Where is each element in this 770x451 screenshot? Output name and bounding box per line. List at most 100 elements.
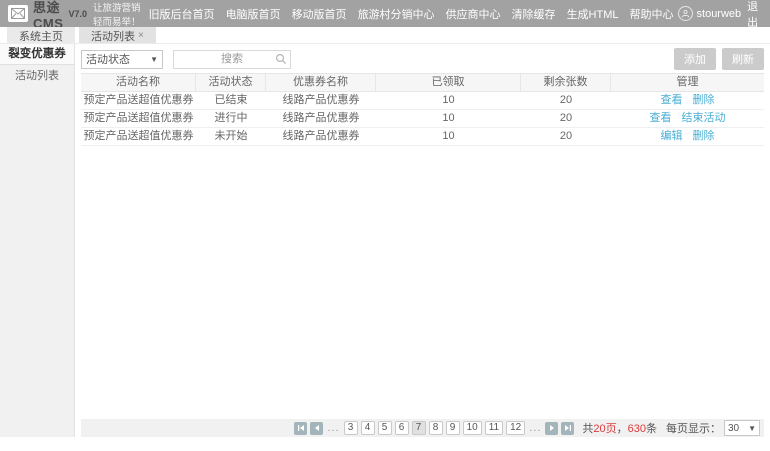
column-header: 活动名称 xyxy=(81,74,196,91)
per-page-label: 每页显示： xyxy=(666,420,721,436)
pagination-bar: ... 3456789101112 ... 共20页，630条 每页显示： 30… xyxy=(81,419,764,437)
nav-link[interactable]: 旅游村分销中心 xyxy=(358,6,435,22)
last-page-button[interactable] xyxy=(561,422,574,435)
summary-separator: ， xyxy=(617,423,628,435)
username[interactable]: stourweb xyxy=(697,8,742,20)
header-nav: 旧版后台首页电脑版首页移动版首页旅游村分销中心供应商中心清除缓存生成HTML 帮助… xyxy=(149,6,674,22)
user-chunk: stourweb xyxy=(678,6,742,21)
first-page-button[interactable] xyxy=(294,422,307,435)
toolbar: 活动状态 ▼ 添加 刷新 xyxy=(75,44,770,73)
status-filter-select[interactable]: 活动状态 ▼ xyxy=(81,50,163,69)
content-spacer xyxy=(75,146,770,419)
logout-link[interactable]: 退出 xyxy=(747,0,760,30)
action-link[interactable]: 删除 xyxy=(693,130,715,142)
activity-table: 活动名称 活动状态 优惠券名称 已领取 剩余张数 管理 预定产品送超值优惠券已结… xyxy=(81,73,764,146)
tab-label: 系统主页 xyxy=(19,28,63,44)
table-cell-actions: 查看结束活动 xyxy=(611,110,764,127)
search-box xyxy=(173,49,291,69)
brand-version: V7.0 xyxy=(69,9,88,19)
page-button[interactable]: 9 xyxy=(446,421,460,435)
action-link[interactable]: 查看 xyxy=(650,112,672,124)
table-cell-remaining: 20 xyxy=(521,110,611,127)
table-cell-claimed: 10 xyxy=(376,92,521,109)
page-button[interactable]: 12 xyxy=(506,421,525,435)
pagination-summary: 共20页，630条 xyxy=(582,420,657,436)
total-items: 630 xyxy=(628,423,646,435)
table-cell-remaining: 20 xyxy=(521,128,611,145)
action-link[interactable]: 结束活动 xyxy=(682,112,726,124)
table-cell-status: 进行中 xyxy=(196,110,266,127)
sidebar-title: 裂变优惠券 xyxy=(0,44,74,65)
table-row: 预定产品送超值优惠券进行中线路产品优惠券1020查看结束活动 xyxy=(81,110,764,128)
table-cell-status: 未开始 xyxy=(196,128,266,145)
next-page-button[interactable] xyxy=(545,422,558,435)
column-header: 管理 xyxy=(611,74,764,91)
nav-link[interactable]: 供应商中心 xyxy=(446,6,501,22)
nav-link[interactable]: 移动版首页 xyxy=(292,6,347,22)
column-header: 活动状态 xyxy=(196,74,266,91)
table-cell-coupon: 线路产品优惠券 xyxy=(266,128,376,145)
table-cell-claimed: 10 xyxy=(376,110,521,127)
page-button[interactable]: 3 xyxy=(344,421,358,435)
brand-title: 思途CMS xyxy=(33,0,67,31)
close-icon[interactable]: × xyxy=(138,30,144,41)
page-button[interactable]: 4 xyxy=(361,421,375,435)
nav-link[interactable]: 帮助中心 xyxy=(630,6,674,22)
page-button[interactable]: 11 xyxy=(485,421,503,435)
page-list: 3456789101112 xyxy=(344,421,526,435)
table-cell-actions: 编辑删除 xyxy=(611,128,764,145)
nav-link[interactable]: 旧版后台首页 xyxy=(149,6,215,22)
table-cell-coupon: 线路产品优惠券 xyxy=(266,92,376,109)
user-avatar-icon xyxy=(678,6,693,21)
summary-suffix: 条 xyxy=(646,423,657,435)
nav-link[interactable]: 生成HTML xyxy=(567,6,619,22)
tab-bar: 系统主页 活动列表 × xyxy=(0,27,770,44)
status-filter-value: 活动状态 xyxy=(86,51,130,67)
page-button[interactable]: 8 xyxy=(429,421,443,435)
table-cell-name: 预定产品送超值优惠券 xyxy=(81,92,196,109)
logo-icon xyxy=(8,5,28,22)
table-cell-status: 已结束 xyxy=(196,92,266,109)
chevron-down-icon: ▼ xyxy=(150,55,158,64)
content-panel: 活动状态 ▼ 添加 刷新 活动名称 活动状态 优惠券名称 xyxy=(75,44,770,451)
main-area: 裂变优惠券 活动列表 活动状态 ▼ 添加 刷新 xyxy=(0,44,770,451)
table-cell-actions: 查看删除 xyxy=(611,92,764,109)
summary-prefix: 共 xyxy=(582,423,593,435)
tab-label: 活动列表 xyxy=(91,28,135,44)
page-button[interactable]: 6 xyxy=(395,421,409,435)
per-page-select[interactable]: 30 ▼ xyxy=(724,420,760,436)
action-link[interactable]: 查看 xyxy=(661,94,683,106)
nav-link[interactable]: 清除缓存 xyxy=(512,6,556,22)
column-header: 已领取 xyxy=(376,74,521,91)
column-header: 优惠券名称 xyxy=(266,74,376,91)
total-pages: 20页 xyxy=(593,423,616,435)
ellipsis-right: ... xyxy=(529,422,541,434)
page-button[interactable]: 5 xyxy=(378,421,392,435)
add-button[interactable]: 添加 xyxy=(674,48,716,70)
table-cell-remaining: 20 xyxy=(521,92,611,109)
table-cell-claimed: 10 xyxy=(376,128,521,145)
nav-link[interactable]: 电脑版首页 xyxy=(226,6,281,22)
table-row: 预定产品送超值优惠券未开始线路产品优惠券1020编辑删除 xyxy=(81,128,764,146)
app-window: 思途CMS V7.0 让旅游营销轻而易举！ 旧版后台首页电脑版首页移动版首页旅游… xyxy=(0,0,770,451)
search-icon[interactable] xyxy=(275,52,287,70)
tab-system-home[interactable]: 系统主页 xyxy=(7,27,75,43)
sidebar-item-activity-list[interactable]: 活动列表 xyxy=(0,65,74,87)
search-input[interactable] xyxy=(173,50,291,69)
table-cell-name: 预定产品送超值优惠券 xyxy=(81,110,196,127)
column-header: 剩余张数 xyxy=(521,74,611,91)
table-body: 预定产品送超值优惠券已结束线路产品优惠券1020查看删除预定产品送超值优惠券进行… xyxy=(81,92,764,146)
table-header: 活动名称 活动状态 优惠券名称 已领取 剩余张数 管理 xyxy=(81,73,764,92)
action-link[interactable]: 编辑 xyxy=(661,130,683,142)
table-row: 预定产品送超值优惠券已结束线路产品优惠券1020查看删除 xyxy=(81,92,764,110)
action-link[interactable]: 删除 xyxy=(693,94,715,106)
tab-activity-list[interactable]: 活动列表 × xyxy=(79,27,156,43)
refresh-button[interactable]: 刷新 xyxy=(722,48,764,70)
per-page-value: 30 xyxy=(728,423,739,434)
header: 思途CMS V7.0 让旅游营销轻而易举！ 旧版后台首页电脑版首页移动版首页旅游… xyxy=(0,0,770,27)
sidebar: 裂变优惠券 活动列表 xyxy=(0,44,75,437)
chevron-down-icon: ▼ xyxy=(748,424,756,433)
page-button[interactable]: 10 xyxy=(463,421,482,435)
prev-page-button[interactable] xyxy=(310,422,323,435)
page-button[interactable]: 7 xyxy=(412,421,426,435)
